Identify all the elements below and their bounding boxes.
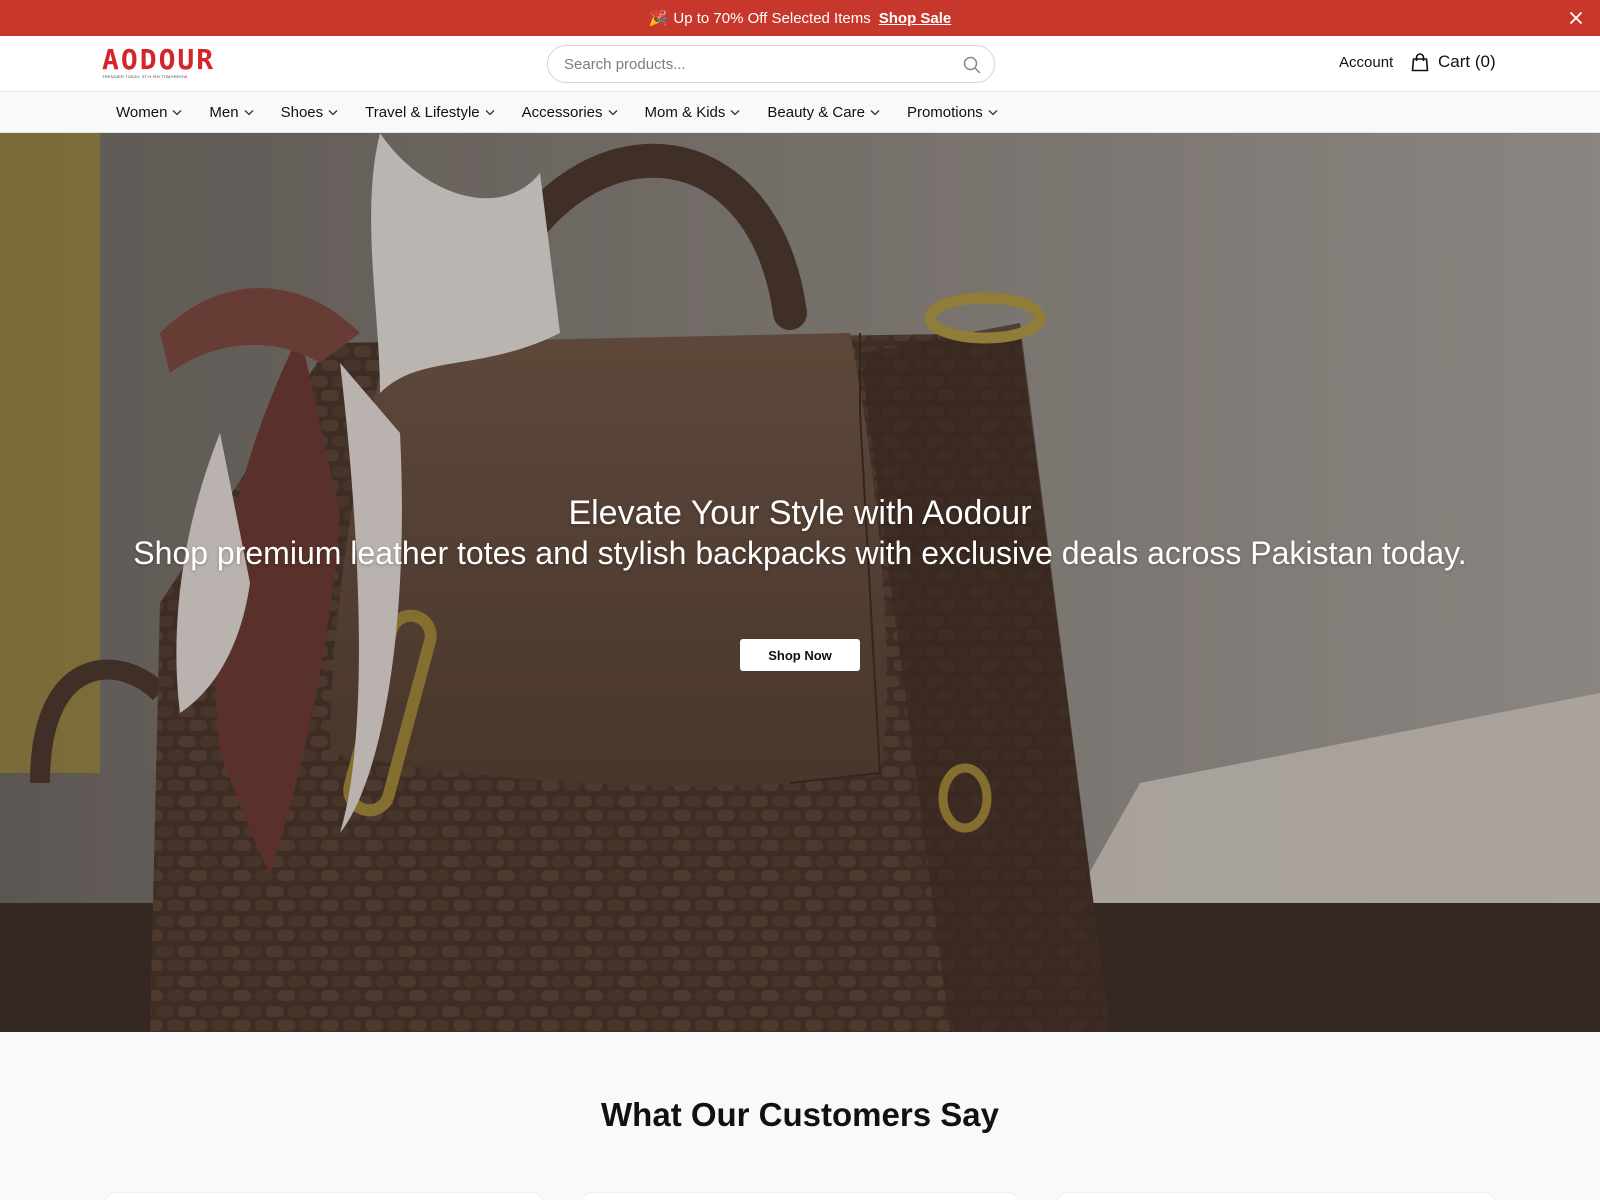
nav-item-accessories[interactable]: Accessories (522, 104, 618, 121)
chevron-down-icon (485, 110, 495, 116)
nav-item-beauty-care[interactable]: Beauty & Care (767, 104, 880, 121)
nav-item-label: Travel & Lifestyle (365, 104, 480, 121)
cart-label: Cart (0) (1438, 52, 1496, 71)
nav-item-label: Shoes (280, 104, 324, 121)
hero-title: Elevate Your Style with Aodour (568, 494, 1032, 532)
logo[interactable]: AODOUR TRENDIER TODAY, STYLISH TOMORROW (102, 43, 216, 80)
chevron-down-icon (172, 110, 182, 116)
chevron-down-icon (328, 110, 338, 116)
nav-item-label: Accessories (521, 104, 603, 121)
chevron-down-icon (244, 110, 254, 116)
hero-overlay (0, 133, 1600, 1032)
shopping-bag-icon (1411, 53, 1429, 72)
nav-item-label: Women (116, 104, 168, 121)
hero-subtitle: Shop premium leather totes and stylish b… (133, 535, 1467, 571)
nav-item-label: Promotions (906, 104, 983, 121)
nav-item-mom-kids[interactable]: Mom & Kids (645, 104, 741, 121)
category-nav: Women Men Shoes Travel & Lifestyle Acces… (0, 92, 1600, 133)
close-icon[interactable] (1566, 8, 1586, 28)
search-bar (547, 45, 995, 83)
cart-button[interactable]: Cart (0) (1411, 52, 1496, 72)
nav-item-label: Men (209, 104, 239, 121)
nav-item-women[interactable]: Women (116, 104, 182, 121)
nav-item-label: Beauty & Care (767, 104, 865, 121)
nav-item-label: Mom & Kids (644, 104, 726, 121)
nav-item-men[interactable]: Men (209, 104, 254, 121)
chevron-down-icon (730, 110, 740, 116)
nav-item-shoes[interactable]: Shoes (281, 104, 339, 121)
testimonials-section: What Our Customers Say (0, 1032, 1600, 1200)
nav-item-promotions[interactable]: Promotions (907, 104, 998, 121)
hero-banner: Elevate Your Style with Aodour Shop prem… (0, 133, 1600, 1032)
testimonial-card (104, 1192, 544, 1200)
hero-content: Elevate Your Style with Aodour Shop prem… (120, 493, 1480, 573)
chevron-down-icon (608, 110, 617, 116)
chevron-down-icon (988, 110, 998, 116)
shop-now-button[interactable]: Shop Now (740, 639, 860, 671)
search-input[interactable] (564, 46, 944, 82)
chevron-down-icon (870, 110, 880, 116)
nav-item-travel-lifestyle[interactable]: Travel & Lifestyle (365, 104, 495, 121)
testimonial-card (1056, 1192, 1496, 1200)
announcement-text: Up to 70% Off Selected Items (673, 9, 871, 27)
account-link[interactable]: Account (1339, 54, 1393, 71)
party-emoji-icon: 🎉 (648, 10, 668, 27)
testimonial-card (580, 1192, 1020, 1200)
search-icon[interactable] (962, 55, 982, 75)
announcement-bar: 🎉 Up to 70% Off Selected Items Shop Sale (0, 0, 1600, 36)
logo-text: AODOUR (102, 43, 216, 76)
shop-sale-link[interactable]: Shop Sale (879, 10, 952, 27)
site-header: AODOUR TRENDIER TODAY, STYLISH TOMORROW … (0, 36, 1600, 92)
testimonials-heading: What Our Customers Say (601, 1096, 999, 1133)
